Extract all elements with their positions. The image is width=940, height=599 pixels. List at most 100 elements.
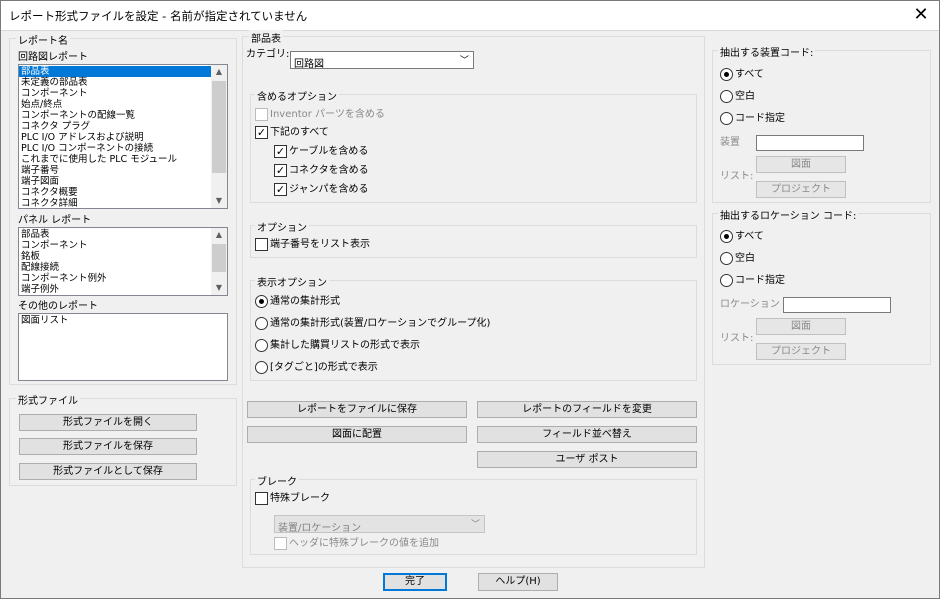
list-item[interactable]: 始点/終点 (19, 99, 227, 110)
include-jumpers-checkbox[interactable]: ✓ (274, 183, 287, 196)
list-item[interactable]: 端子例外 (19, 284, 227, 295)
schematic-report-list[interactable]: 部品表 未定義の部品表 コンポーネント 始点/終点 コンポーネントの配線一覧 コネクタ プ… (18, 64, 228, 209)
device-code-radio-label: コード指定 (735, 113, 785, 124)
panel-report-list[interactable]: 部品表 コンポーネント 銘板 配線接続 コンポーネント例外 端子例外 ▲ ▼ (18, 227, 228, 296)
format-file-legend: 形式ファイル (16, 392, 80, 407)
break-field-value: 装置/ロケーション (278, 523, 362, 534)
radio-selected-dot (724, 72, 729, 77)
scroll-down-icon[interactable]: ▼ (211, 194, 227, 208)
location-code-radio[interactable] (720, 252, 733, 265)
include-cables-checkbox[interactable]: ✓ (274, 145, 287, 158)
save-format-file-button[interactable]: 形式ファイルを保存 (19, 438, 197, 455)
scroll-thumb[interactable] (212, 81, 226, 173)
category-select[interactable]: 回路図 ﹀ (290, 51, 474, 70)
location-list-label: リスト: (720, 333, 754, 344)
device-code-radio[interactable] (720, 90, 733, 103)
header-break-value-checkbox[interactable] (274, 537, 287, 550)
location-field-label: ロケーション (720, 299, 780, 310)
list-item[interactable]: 図面リスト (19, 315, 227, 326)
place-on-drawing-button[interactable]: 図面に配置 (247, 426, 467, 443)
other-report-label: その他のレポート (18, 301, 98, 312)
bom-legend: 部品表 (249, 30, 283, 45)
break-legend: ブレーク (255, 473, 299, 488)
display-option-radio[interactable] (255, 317, 268, 330)
display-option-radio-label: 集計した購買リストの形式で表示 (270, 340, 420, 351)
display-option-radio-label: 通常の集計形式(装置/ロケーションでグループ化) (270, 318, 491, 329)
panel-list-scrollbar[interactable]: ▲ ▼ (211, 228, 227, 295)
location-project-button[interactable]: プロジェクト (756, 343, 846, 360)
include-cables-label: ケーブルを含める (289, 146, 369, 157)
close-icon[interactable]: ✕ (910, 4, 932, 26)
list-item[interactable]: コンポーネント (19, 240, 227, 251)
device-code-radio[interactable] (720, 68, 733, 81)
scroll-down-icon[interactable]: ▼ (211, 281, 227, 295)
list-item[interactable]: PLC I/O アドレスおよび説明 (19, 132, 227, 143)
list-item[interactable]: 未定義の部品表 (19, 77, 227, 88)
include-connectors-checkbox[interactable]: ✓ (274, 164, 287, 177)
schematic-list-scrollbar[interactable]: ▲ ▼ (211, 65, 227, 208)
location-code-input[interactable] (783, 297, 891, 313)
list-item[interactable]: PLC I/O コンポーネントの接続 (19, 143, 227, 154)
list-item[interactable]: 部品表 (19, 66, 227, 77)
scroll-up-icon[interactable]: ▲ (211, 228, 227, 242)
device-code-input[interactable] (756, 135, 864, 151)
terminal-numbers-label: 端子番号をリスト表示 (270, 239, 370, 250)
include-jumpers-label: ジャンパを含める (289, 184, 369, 195)
header-break-value-label: ヘッダに特殊ブレークの値を追加 (289, 538, 439, 549)
ok-button[interactable]: 完了 (383, 573, 447, 591)
display-option-radio[interactable] (255, 361, 268, 374)
all-below-checkbox[interactable]: ✓ (255, 126, 268, 139)
list-item[interactable]: これまでに使用した PLC モジュール (19, 154, 227, 165)
location-code-legend: 抽出するロケーション コード: (718, 207, 859, 222)
list-item[interactable]: 銘板 (19, 251, 227, 262)
device-code-legend: 抽出する装置コード: (718, 44, 816, 59)
list-item[interactable]: 端子番号 (19, 165, 227, 176)
list-item[interactable]: コネクタ詳細 (19, 198, 227, 208)
list-item[interactable]: 部品表 (19, 229, 227, 240)
open-format-file-button[interactable]: 形式ファイルを開く (19, 414, 197, 431)
location-code-radio[interactable] (720, 230, 733, 243)
field-sort-button[interactable]: フィールド並べ替え (477, 426, 697, 443)
location-code-radio[interactable] (720, 274, 733, 287)
break-field-select[interactable]: 装置/ロケーション ﹀ (274, 515, 485, 534)
list-item[interactable]: コンポーネント (19, 88, 227, 99)
inventor-parts-checkbox[interactable] (255, 108, 268, 121)
options-legend: オプション (255, 219, 309, 234)
location-drawing-button[interactable]: 図面 (756, 318, 846, 335)
device-list-label: リスト: (720, 171, 754, 182)
save-report-to-file-button[interactable]: レポートをファイルに保存 (247, 401, 467, 418)
display-option-radio-label: 通常の集計形式 (270, 296, 340, 307)
report-name-legend: レポート名 (16, 32, 70, 47)
device-project-button[interactable]: プロジェクト (756, 181, 846, 198)
list-item[interactable]: コンポーネント例外 (19, 273, 227, 284)
special-break-checkbox[interactable] (255, 492, 268, 505)
terminal-numbers-checkbox[interactable] (255, 238, 268, 251)
scroll-up-icon[interactable]: ▲ (211, 65, 227, 79)
change-report-fields-button[interactable]: レポートのフィールドを変更 (477, 401, 697, 418)
panel-report-label: パネル レポート (18, 215, 92, 226)
all-below-label: 下記のすべて (270, 127, 329, 138)
user-post-button[interactable]: ユーザ ポスト (477, 451, 697, 468)
display-option-radio[interactable] (255, 339, 268, 352)
list-item[interactable]: 端子図面 (19, 176, 227, 187)
list-item[interactable]: 配線接続 (19, 262, 227, 273)
display-option-radio[interactable] (255, 295, 268, 308)
save-as-format-file-button[interactable]: 形式ファイルとして保存 (19, 463, 197, 480)
display-options-legend: 表示オプション (255, 274, 329, 289)
device-drawing-button[interactable]: 図面 (756, 156, 846, 173)
scroll-thumb[interactable] (212, 244, 226, 272)
device-code-radio[interactable] (720, 112, 733, 125)
display-option-radio-label: [タグごと]の形式で表示 (270, 362, 378, 373)
list-item[interactable]: コネクタ プラグ (19, 121, 227, 132)
chevron-down-icon: ﹀ (459, 56, 469, 66)
device-code-radio-label: すべて (735, 69, 764, 80)
list-item[interactable]: コネクタ概要 (19, 187, 227, 198)
other-report-list[interactable]: 図面リスト (18, 313, 228, 381)
list-item[interactable]: コンポーネントの配線一覧 (19, 110, 227, 121)
location-code-radio-label: コード指定 (735, 275, 785, 286)
chevron-down-icon: ﹀ (470, 520, 480, 530)
help-button[interactable]: ヘルプ(H) (478, 573, 558, 591)
window-title: レポート形式ファイルを設定 - 名前が指定されていません (9, 9, 308, 23)
device-field-label: 装置 (720, 137, 740, 148)
radio-selected-dot (259, 299, 264, 304)
